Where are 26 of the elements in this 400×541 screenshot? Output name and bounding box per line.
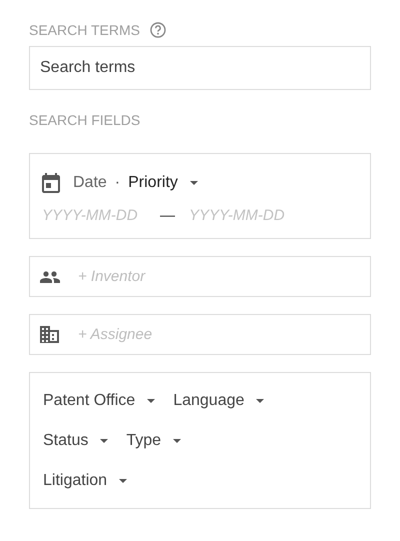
filter-dropdown[interactable]: Language: [173, 389, 264, 413]
date-from-field[interactable]: YYYY-MM-DD: [42, 205, 152, 228]
help-icon[interactable]: [150, 22, 166, 38]
date-to-field[interactable]: YYYY-MM-DD: [189, 205, 299, 228]
caret-icon: [100, 439, 108, 443]
date-type-option[interactable]: Date: [73, 171, 107, 195]
caret-icon: [147, 399, 156, 403]
date-type-option[interactable]: Priority: [128, 171, 178, 195]
caret-icon: [190, 181, 198, 185]
filter-dropdown[interactable]: Status: [43, 429, 108, 453]
assignee-field[interactable]: + Assignee: [29, 314, 371, 355]
filter-dropdown[interactable]: Patent Office: [43, 389, 156, 413]
calendar-icon: [42, 173, 60, 193]
building-icon: [40, 326, 59, 343]
section-heading: SEARCH FIELDS: [29, 111, 142, 130]
search-field[interactable]: Search terms: [29, 46, 371, 90]
filter-dropdown[interactable]: Litigation: [43, 469, 128, 493]
caret-icon: [256, 399, 264, 403]
separator-dot: ·: [114, 173, 120, 193]
inventor-field[interactable]: + Inventor: [29, 256, 371, 297]
range-dash: —: [160, 206, 175, 226]
people-icon: [40, 270, 60, 282]
caret-icon: [173, 439, 182, 443]
filter-dropdown[interactable]: Type: [126, 429, 182, 453]
section-heading: SEARCH TERMS: [29, 20, 140, 40]
caret-icon: [119, 479, 128, 483]
